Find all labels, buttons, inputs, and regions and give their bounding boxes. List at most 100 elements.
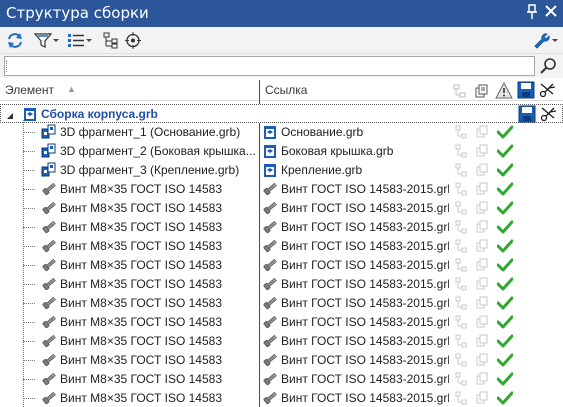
tree-row[interactable]: 3D фрагмент_3 (Крепление.grb) Крепление.g…: [0, 161, 563, 180]
fragment-3d-icon: [41, 124, 57, 140]
refresh-icon: [8, 33, 22, 48]
hierarchy-status-icon: [454, 144, 468, 158]
copy-status-icon: [475, 334, 489, 348]
filter-button[interactable]: [32, 30, 60, 51]
filter-input[interactable]: [4, 56, 535, 76]
column-header: Элемент ▲ Ссылка: [0, 80, 563, 101]
link-file-name[interactable]: Винт ГОСТ ISO 14583-2015.grb: [281, 353, 449, 367]
tree-row[interactable]: Винт М8×35 ГОСТ ISO 14583 Винт ГОСТ ISO 1…: [0, 332, 563, 351]
tree-structure-icon: [103, 32, 118, 49]
screw-icon: [41, 333, 57, 349]
tree-row[interactable]: Винт М8×35 ГОСТ ISO 14583 Винт ГОСТ ISO 1…: [0, 313, 563, 332]
element-name: Винт М8×35 ГОСТ ISO 14583: [60, 220, 222, 234]
pin-icon[interactable]: [525, 4, 539, 20]
link-file-name[interactable]: Винт ГОСТ ISO 14583-2015.grb: [281, 258, 449, 272]
tree-row-root[interactable]: Сборка корпуса.grb: [0, 104, 563, 123]
hierarchy-status-icon: [454, 391, 468, 405]
search-button[interactable]: [538, 56, 560, 76]
settings-wrench-icon: [534, 33, 558, 49]
screw-icon: [262, 390, 278, 406]
link-file-name[interactable]: Винт ГОСТ ISO 14583-2015.grb: [281, 239, 449, 253]
screw-icon: [41, 314, 57, 330]
tree-branch: [23, 341, 35, 342]
link-file-name[interactable]: Винт ГОСТ ISO 14583-2015.grb: [281, 201, 449, 215]
tree-row[interactable]: Винт М8×35 ГОСТ ISO 14583 Винт ГОСТ ISO 1…: [0, 275, 563, 294]
link-file-name[interactable]: Винт ГОСТ ISO 14583-2015.grb: [281, 372, 449, 386]
check-icon: [496, 258, 514, 272]
hierarchy-status-icon: [454, 125, 468, 139]
check-icon: [496, 391, 514, 405]
hierarchy-status-icon: [454, 163, 468, 177]
hierarchy-icon[interactable]: [451, 83, 467, 102]
copy-icon[interactable]: [473, 83, 489, 102]
screw-icon: [262, 314, 278, 330]
link-file-name[interactable]: Основание.grb: [281, 125, 449, 139]
link-file-name[interactable]: Крепление.grb: [281, 163, 449, 177]
tree-branch: [23, 208, 35, 209]
element-name: Винт М8×35 ГОСТ ISO 14583: [60, 372, 222, 386]
list-view-icon: [68, 34, 92, 47]
element-name: Винт М8×35 ГОСТ ISO 14583: [60, 315, 222, 329]
check-icon: [496, 125, 514, 139]
tree-row[interactable]: Винт М8×35 ГОСТ ISO 14583 Винт ГОСТ ISO 1…: [0, 389, 563, 407]
tree-row[interactable]: Винт М8×35 ГОСТ ISO 14583 Винт ГОСТ ISO 1…: [0, 180, 563, 199]
tree-branch: [23, 265, 35, 266]
hierarchy-status-icon: [454, 315, 468, 329]
settings-button[interactable]: [531, 30, 559, 51]
check-icon: [496, 239, 514, 253]
tree-row[interactable]: 3D фрагмент_1 (Основание.grb) Основание.g…: [0, 123, 563, 142]
save-icon[interactable]: [517, 81, 535, 102]
screw-icon: [41, 181, 57, 197]
grip-handle: [6, 60, 9, 72]
link-file-name[interactable]: Винт ГОСТ ISO 14583-2015.grb: [281, 391, 449, 405]
refresh-button[interactable]: [4, 30, 26, 51]
element-name: Винт М8×35 ГОСТ ISO 14583: [60, 353, 222, 367]
column-link[interactable]: Ссылка: [265, 83, 307, 97]
check-icon: [496, 144, 514, 158]
linked-file-icon: [262, 162, 278, 178]
tree-row[interactable]: Винт М8×35 ГОСТ ISO 14583 Винт ГОСТ ISO 1…: [0, 218, 563, 237]
sort-ascending-icon: ▲: [67, 84, 76, 94]
tree-row[interactable]: Винт М8×35 ГОСТ ISO 14583 Винт ГОСТ ISO 1…: [0, 294, 563, 313]
target-button[interactable]: [123, 30, 143, 51]
link-file-name[interactable]: Винт ГОСТ ISO 14583-2015.grb: [281, 315, 449, 329]
check-icon: [496, 353, 514, 367]
tree-branch: [23, 379, 35, 380]
screw-icon: [262, 200, 278, 216]
copy-status-icon: [475, 372, 489, 386]
linked-file-icon: [262, 124, 278, 140]
copy-status-icon: [475, 391, 489, 405]
link-file-name[interactable]: Винт ГОСТ ISO 14583-2015.grb: [281, 296, 449, 310]
link-file-name[interactable]: Винт ГОСТ ISO 14583-2015.grb: [281, 334, 449, 348]
check-icon: [496, 220, 514, 234]
tree-row[interactable]: 3D фрагмент_2 (Боковая крышка... Боковая …: [0, 142, 563, 161]
screw-icon: [262, 238, 278, 254]
tree-row[interactable]: Винт М8×35 ГОСТ ISO 14583 Винт ГОСТ ISO 1…: [0, 370, 563, 389]
column-element[interactable]: Элемент: [5, 83, 54, 97]
screw-icon: [262, 181, 278, 197]
tree-row[interactable]: Винт М8×35 ГОСТ ISO 14583 Винт ГОСТ ISO 1…: [0, 256, 563, 275]
target-icon: [125, 32, 141, 49]
screw-icon: [41, 238, 57, 254]
link-file-name[interactable]: Винт ГОСТ ISO 14583-2015.grb: [281, 277, 449, 291]
tree-row[interactable]: Винт М8×35 ГОСТ ISO 14583 Винт ГОСТ ISO 1…: [0, 351, 563, 370]
warning-icon[interactable]: [495, 81, 513, 102]
cut-icon[interactable]: [539, 82, 557, 101]
hierarchy-status-icon: [454, 353, 468, 367]
link-file-name[interactable]: Винт ГОСТ ISO 14583-2015.grb: [281, 220, 449, 234]
link-file-name[interactable]: Боковая крышка.grb: [281, 144, 449, 158]
tree-structure-button[interactable]: [101, 30, 121, 51]
screw-icon: [41, 352, 57, 368]
check-icon: [496, 277, 514, 291]
hierarchy-status-icon: [454, 201, 468, 215]
hierarchy-status-icon: [454, 334, 468, 348]
link-file-name[interactable]: Винт ГОСТ ISO 14583-2015.grb: [281, 182, 449, 196]
element-name: Винт М8×35 ГОСТ ISO 14583: [60, 258, 222, 272]
tree-row[interactable]: Винт М8×35 ГОСТ ISO 14583 Винт ГОСТ ISO 1…: [0, 199, 563, 218]
expander-icon[interactable]: [6, 109, 14, 119]
close-icon[interactable]: [544, 3, 558, 19]
tree-row[interactable]: Винт М8×35 ГОСТ ISO 14583 Винт ГОСТ ISO 1…: [0, 237, 563, 256]
list-view-button[interactable]: [65, 30, 93, 51]
panel-titlebar: Структура сборки: [0, 0, 563, 27]
screw-icon: [262, 371, 278, 387]
